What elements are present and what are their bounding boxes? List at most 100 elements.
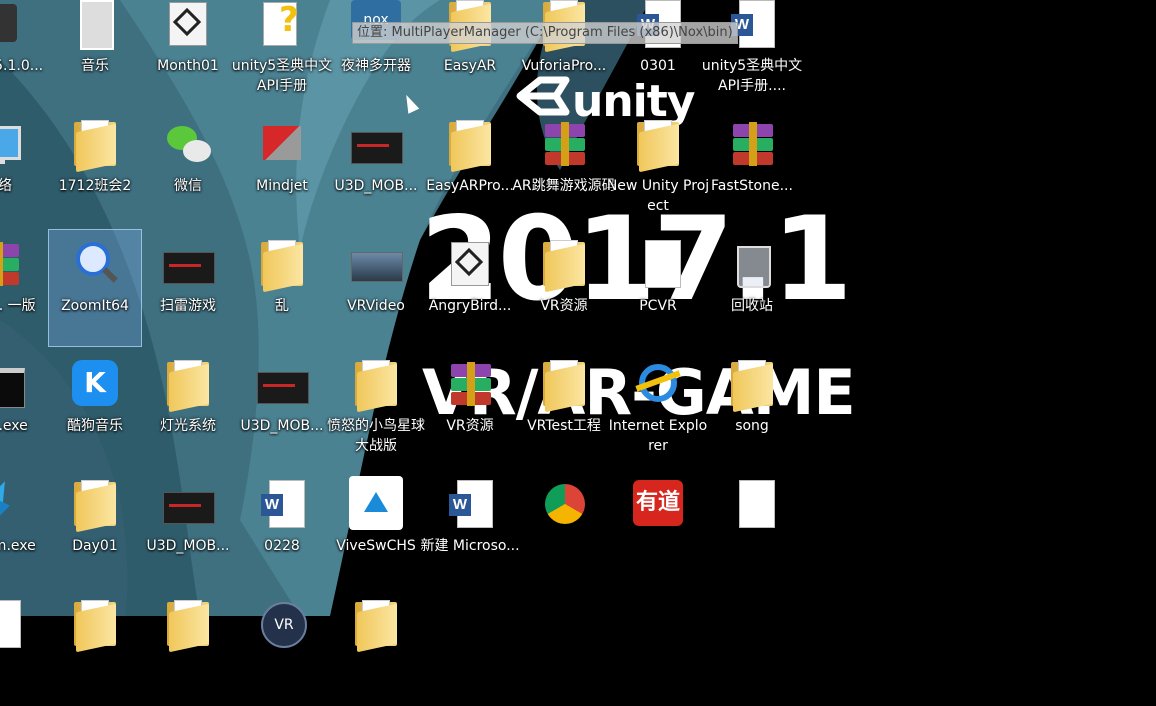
video-thumbnail-icon: [163, 240, 215, 286]
kugou-icon: K: [72, 360, 118, 406]
network-icon: [0, 120, 21, 166]
desktop-icon[interactable]: Day01: [49, 470, 141, 586]
desktop-icon[interactable]: ViveSwCHS: [330, 470, 422, 586]
desktop-icon-label: EasyAR: [443, 58, 497, 74]
desktop-icon[interactable]: 1712班会2: [49, 110, 141, 226]
desktop-icon-label: VuforiaPro...: [521, 58, 607, 74]
file-icon: [0, 600, 21, 648]
winrar-icon: [541, 120, 587, 166]
desktop-icon[interactable]: [142, 590, 234, 706]
desktop-icon-label: 乱: [275, 298, 289, 314]
desktop-icon[interactable]: Month01: [142, 0, 234, 106]
desktop-icon[interactable]: VuforiaPro...: [518, 0, 610, 106]
desktop-icon[interactable]: AR跳舞游戏源码: [512, 110, 616, 226]
desktop-icon[interactable]: U3D_MOB...: [330, 110, 422, 226]
folder-icon: [447, 120, 493, 173]
desktop-icon[interactable]: [706, 470, 798, 586]
desktop-icon[interactable]: [0, 590, 44, 706]
desktop-icon-label: U3D_MOB...: [334, 178, 418, 194]
folder-icon: [729, 360, 775, 413]
desktop-icon[interactable]: 乱: [236, 230, 328, 346]
desktop-icon[interactable]: Unity 5.1.0...: [0, 0, 44, 106]
desktop-icon[interactable]: song: [706, 350, 798, 466]
vr-video-icon: [351, 240, 403, 286]
location-tooltip: 位置: MultiPlayerManager (C:\Program Files…: [352, 22, 738, 44]
desktop-icon[interactable]: 回收站: [706, 230, 798, 346]
desktop-icon[interactable]: ? unity5圣典中文API手册: [232, 0, 332, 106]
folder-icon: [72, 480, 118, 533]
desktop-icon[interactable]: EasyAR: [424, 0, 516, 106]
desktop-icon[interactable]: W 0228: [236, 470, 328, 586]
desktop-icon-label: U3D_MOB...: [146, 538, 230, 554]
desktop-icon-label: 新建 Microso...: [420, 538, 520, 554]
desktop-icon[interactable]: ZoomIt64: [48, 229, 142, 347]
folder-icon: [353, 360, 399, 413]
desktop-icon-label: 0228: [264, 538, 300, 554]
desktop-icon[interactable]: Mon... 一版: [0, 230, 44, 346]
desktop-icon[interactable]: VR: [236, 590, 328, 706]
desktop-icon[interactable]: cmd.exe: [0, 350, 44, 466]
desktop-icon-label: 愤怒的小鸟星球大战版: [327, 418, 425, 454]
unity-app-icon: [0, 0, 21, 46]
desktop-icon[interactable]: Mindjet: [236, 110, 328, 226]
vr-app-icon: VR: [259, 600, 307, 648]
desktop-icon[interactable]: [518, 470, 610, 586]
desktop-icon[interactable]: 有道: [612, 470, 704, 586]
desktop-icon-label: 夜神多开器: [341, 58, 411, 74]
desktop-icon-label: Day01: [72, 538, 118, 554]
desktop-icon[interactable]: EasyARPro...: [424, 110, 516, 226]
desktop-icon[interactable]: VR资源: [424, 350, 516, 466]
desktop-icon-label: Month01: [157, 58, 219, 74]
chrome-icon: [541, 480, 587, 526]
desktop-icon[interactable]: ildasm.exe: [0, 470, 44, 586]
folder-icon: [259, 240, 305, 293]
desktop-icon[interactable]: K 酷狗音乐: [49, 350, 141, 466]
desktop-icon[interactable]: U3D_MOB...: [236, 350, 328, 466]
desktop-icon[interactable]: VRTest工程: [518, 350, 610, 466]
desktop-icon[interactable]: 灯光系统: [142, 350, 234, 466]
desktop-icon-label: 1712班会2: [58, 178, 132, 194]
video-thumbnail-icon: [163, 480, 215, 526]
ie-icon: [635, 360, 681, 406]
desktop-icon[interactable]: AngryBird...: [424, 230, 516, 346]
desktop-icon-label: 酷狗音乐: [67, 418, 123, 434]
desktop-icon[interactable]: [330, 590, 422, 706]
desktop-icon-label: unity5圣典中文API手册: [231, 58, 333, 94]
desktop-icon-label: FastStone...: [711, 178, 793, 194]
desktop-icon-label: New Unity Project: [606, 178, 710, 214]
desktop-icon[interactable]: Wunity5圣典中文API手册....: [702, 0, 802, 106]
lightning-icon: [0, 477, 21, 531]
desktop-icon[interactable]: U3D_MOB...: [142, 470, 234, 586]
desktop-icon[interactable]: 微信: [142, 110, 234, 226]
youdao-icon: 有道: [633, 480, 683, 526]
desktop-icon[interactable]: 扫雷游戏: [142, 230, 234, 346]
desktop-icon[interactable]: 网络: [0, 110, 44, 226]
vive-icon: [349, 476, 403, 530]
desktop-icon-label: VR资源: [446, 418, 494, 434]
desktop-icon[interactable]: [49, 590, 141, 706]
desktop-icon[interactable]: VR资源: [518, 230, 610, 346]
desktop-icon[interactable]: Internet Explorer: [609, 350, 707, 466]
desktop-icon[interactable]: W0301: [612, 0, 704, 106]
folder-icon: [635, 120, 681, 173]
folder-icon: [165, 600, 211, 653]
video-thumbnail-icon: [257, 360, 309, 406]
desktop-icon[interactable]: nox 夜神多开器: [330, 0, 422, 106]
music-folder-icon: [72, 0, 118, 50]
folder-icon: [353, 600, 399, 653]
wechat-icon: [165, 120, 211, 166]
desktop-icon[interactable]: 音乐: [49, 0, 141, 106]
desktop-icon-label: 微信: [174, 178, 202, 194]
desktop-icon-label: 回收站: [731, 298, 773, 314]
folder-icon: [165, 360, 211, 413]
winrar-icon: [0, 240, 21, 286]
desktop-icon-label: AR跳舞游戏源码: [512, 178, 616, 194]
desktop-icon[interactable]: W 新建 Microso...: [420, 470, 520, 586]
desktop-icon[interactable]: PCVR: [612, 230, 704, 346]
desktop-icon[interactable]: 愤怒的小鸟星球大战版: [327, 350, 425, 466]
zoomit-icon: [72, 240, 118, 286]
desktop-icon[interactable]: VRVideo: [330, 230, 422, 346]
desktop-icon-label: Internet Explorer: [608, 418, 708, 454]
desktop-icon[interactable]: New Unity Project: [607, 110, 709, 226]
desktop-icon[interactable]: FastStone...: [706, 110, 798, 226]
